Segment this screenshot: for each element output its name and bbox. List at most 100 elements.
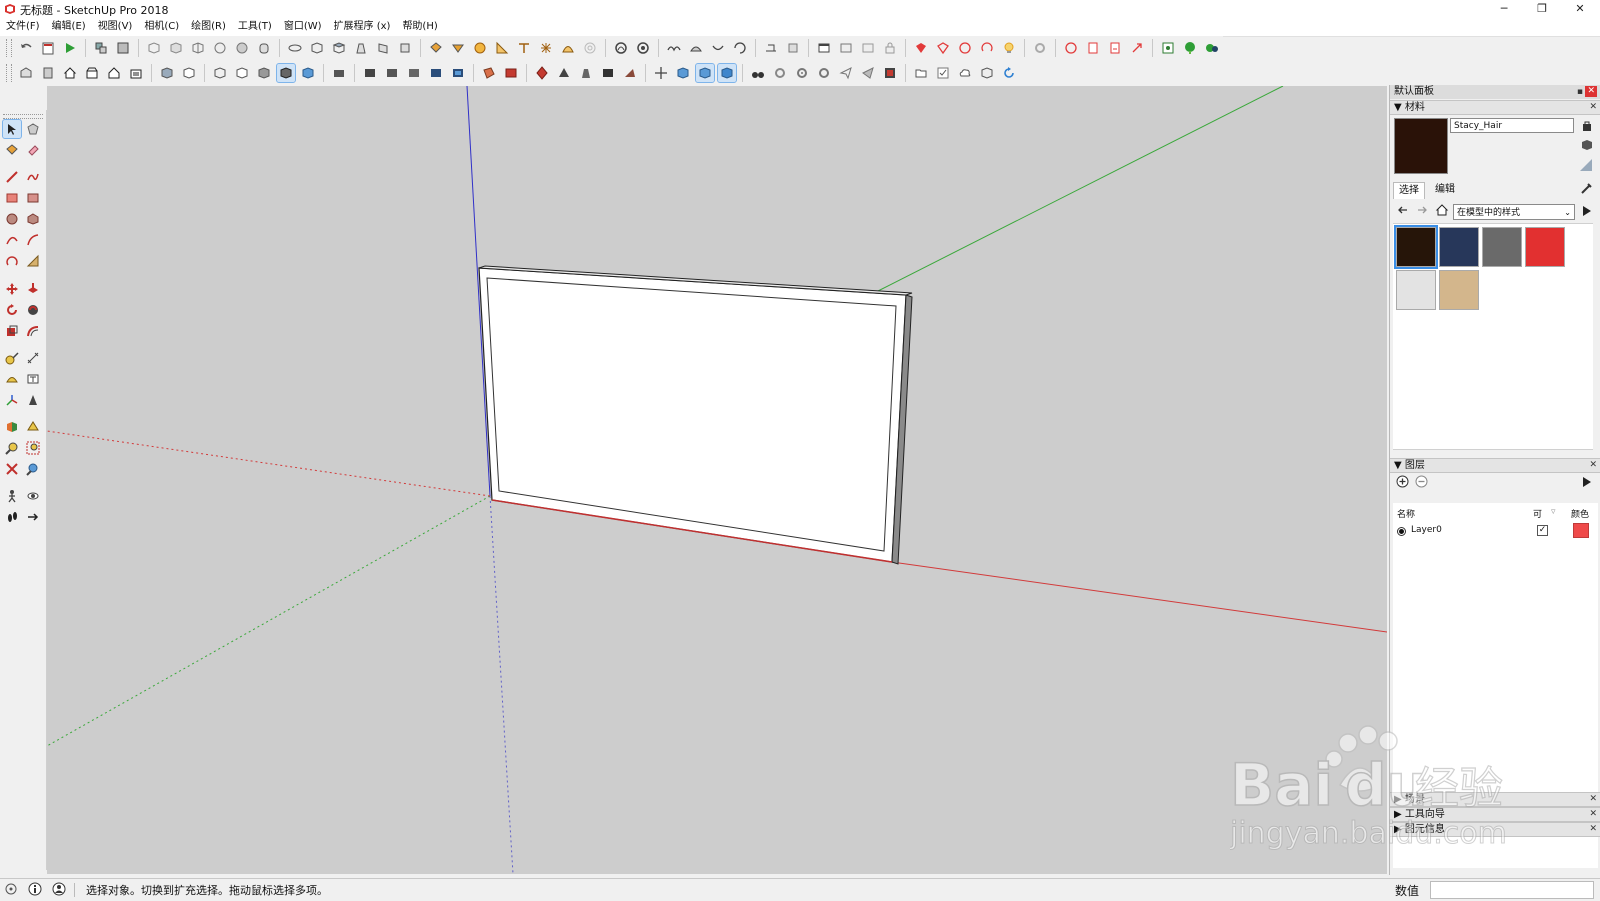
- panel-close-icon[interactable]: ✕: [1589, 808, 1597, 821]
- measurements-input[interactable]: [1430, 881, 1594, 899]
- front-view-icon[interactable]: [352, 39, 370, 57]
- ruby-icon-c[interactable]: [978, 39, 996, 57]
- back-view-icon[interactable]: [396, 39, 414, 57]
- text-tool-icon[interactable]: [24, 370, 42, 388]
- layout-window-icon[interactable]: [815, 39, 833, 57]
- sandbox-scratch-icon[interactable]: [634, 39, 652, 57]
- push-pull-icon[interactable]: [449, 39, 467, 57]
- user-status-icon[interactable]: [52, 882, 66, 896]
- follow-me-icon[interactable]: [24, 301, 42, 319]
- swatch-stacy-hair[interactable]: [1394, 225, 1438, 269]
- collection-dropdown[interactable]: 在模型中的样式 ⌄: [1453, 204, 1575, 220]
- tab-select[interactable]: 选择: [1393, 182, 1425, 199]
- default-material-icon[interactable]: [1578, 157, 1594, 173]
- tape-measure-icon[interactable]: [3, 349, 21, 367]
- materials-panel-header[interactable]: ▼ 材料 ✕: [1390, 100, 1600, 115]
- flip-edge-icon[interactable]: [731, 39, 749, 57]
- swatch-navy[interactable]: [1439, 227, 1479, 267]
- 3d-text-icon[interactable]: [24, 391, 42, 409]
- eyedropper-icon[interactable]: [1580, 181, 1594, 195]
- solid-outer-shell-icon[interactable]: [480, 64, 498, 82]
- menu-file[interactable]: 文件(F): [0, 18, 46, 36]
- style-hiddenline-icon[interactable]: [233, 64, 251, 82]
- position-tool-icon[interactable]: [24, 418, 42, 436]
- panel-close-icon[interactable]: ✕: [1589, 101, 1597, 114]
- sandbox-contour-icon[interactable]: [612, 39, 630, 57]
- walk-icon[interactable]: [717, 63, 737, 83]
- layer-color-swatch[interactable]: [1573, 523, 1589, 538]
- swatch-red[interactable]: [1525, 227, 1565, 267]
- back-edges-icon[interactable]: [167, 39, 185, 57]
- tray-close-icon[interactable]: ✕: [1585, 86, 1597, 97]
- document-red-icon[interactable]: [1084, 39, 1102, 57]
- close-window-button[interactable]: ✕: [1562, 0, 1598, 18]
- zoom-tool-icon[interactable]: [3, 439, 21, 457]
- expand-icon[interactable]: [1128, 39, 1146, 57]
- eraser-tool-icon[interactable]: [24, 141, 42, 159]
- components-icon[interactable]: [92, 39, 110, 57]
- component-make-icon[interactable]: [24, 120, 42, 138]
- back-arrow-icon[interactable]: [1397, 204, 1409, 216]
- ruby-icon-a[interactable]: [934, 39, 952, 57]
- hidden-line-icon[interactable]: [211, 39, 229, 57]
- zoom-previous-icon[interactable]: [24, 460, 42, 478]
- frame-inner-panel[interactable]: [486, 277, 897, 552]
- solid-tools-icon[interactable]: [621, 64, 639, 82]
- store-icon[interactable]: [83, 64, 101, 82]
- cube-icon[interactable]: [978, 64, 996, 82]
- menu-draw[interactable]: 绘图(R): [185, 18, 232, 36]
- section-plane-icon[interactable]: [762, 39, 780, 57]
- panel-close-icon[interactable]: ✕: [1589, 823, 1597, 836]
- group-icon[interactable]: [114, 39, 132, 57]
- toolbar-grip[interactable]: [6, 39, 12, 57]
- details-arrow-icon[interactable]: [1580, 204, 1594, 218]
- dialog-red-icon[interactable]: [1062, 39, 1080, 57]
- drape-icon[interactable]: [709, 39, 727, 57]
- stamp-icon[interactable]: [687, 39, 705, 57]
- add-layer-icon[interactable]: [1396, 475, 1409, 488]
- filter-icon[interactable]: ▿: [1551, 507, 1556, 517]
- panel-close-icon[interactable]: ✕: [1589, 459, 1597, 472]
- style-shaded-icon[interactable]: [255, 64, 273, 82]
- warehouse-tool-icon[interactable]: [17, 64, 35, 82]
- orbit-icon[interactable]: [286, 39, 304, 57]
- position-camera-icon[interactable]: [674, 64, 692, 82]
- look-around-icon[interactable]: [695, 63, 715, 83]
- line-tool-icon[interactable]: [3, 168, 21, 186]
- scene-canvas[interactable]: [47, 86, 1387, 874]
- look-around-tool-icon[interactable]: [24, 487, 42, 505]
- axes-icon[interactable]: [515, 39, 533, 57]
- gear-icon-c[interactable]: [815, 64, 833, 82]
- menu-edit[interactable]: 编辑(E): [46, 18, 92, 36]
- walk-tool-icon[interactable]: [3, 487, 21, 505]
- tree-icon[interactable]: [1181, 39, 1199, 57]
- paint-bucket-icon[interactable]: [427, 39, 445, 57]
- film-icon[interactable]: [881, 64, 899, 82]
- gear-icon-b[interactable]: [793, 64, 811, 82]
- hand-icon[interactable]: [255, 39, 273, 57]
- depth-cue-icon[interactable]: [427, 64, 445, 82]
- scale-tool-icon[interactable]: [3, 322, 21, 340]
- style-monochrome-icon[interactable]: [299, 64, 317, 82]
- model-viewport[interactable]: [47, 86, 1387, 874]
- refresh-icon[interactable]: [1000, 64, 1018, 82]
- menu-window[interactable]: 窗口(W): [278, 18, 328, 36]
- settings-gear-icon[interactable]: [1031, 39, 1049, 57]
- cloud-icon[interactable]: [956, 64, 974, 82]
- book-icon[interactable]: [39, 64, 57, 82]
- panel-close-icon[interactable]: ✕: [1589, 793, 1597, 806]
- shaded-icon[interactable]: [233, 39, 251, 57]
- garage-icon[interactable]: [127, 64, 145, 82]
- smoove-icon[interactable]: [665, 39, 683, 57]
- info-status-icon[interactable]: [28, 882, 42, 896]
- profile-icon[interactable]: [405, 64, 423, 82]
- lightbulb-icon[interactable]: [1000, 39, 1018, 57]
- menu-tools[interactable]: 工具(T): [232, 18, 278, 36]
- right-view-icon[interactable]: [374, 39, 392, 57]
- pie-tool-icon[interactable]: [24, 252, 42, 270]
- layout-pages-icon[interactable]: [837, 39, 855, 57]
- layout-send-icon[interactable]: [859, 39, 877, 57]
- rotated-rectangle-icon[interactable]: [24, 189, 42, 207]
- house-outline-icon[interactable]: [105, 64, 123, 82]
- wireframe-icon[interactable]: [189, 39, 207, 57]
